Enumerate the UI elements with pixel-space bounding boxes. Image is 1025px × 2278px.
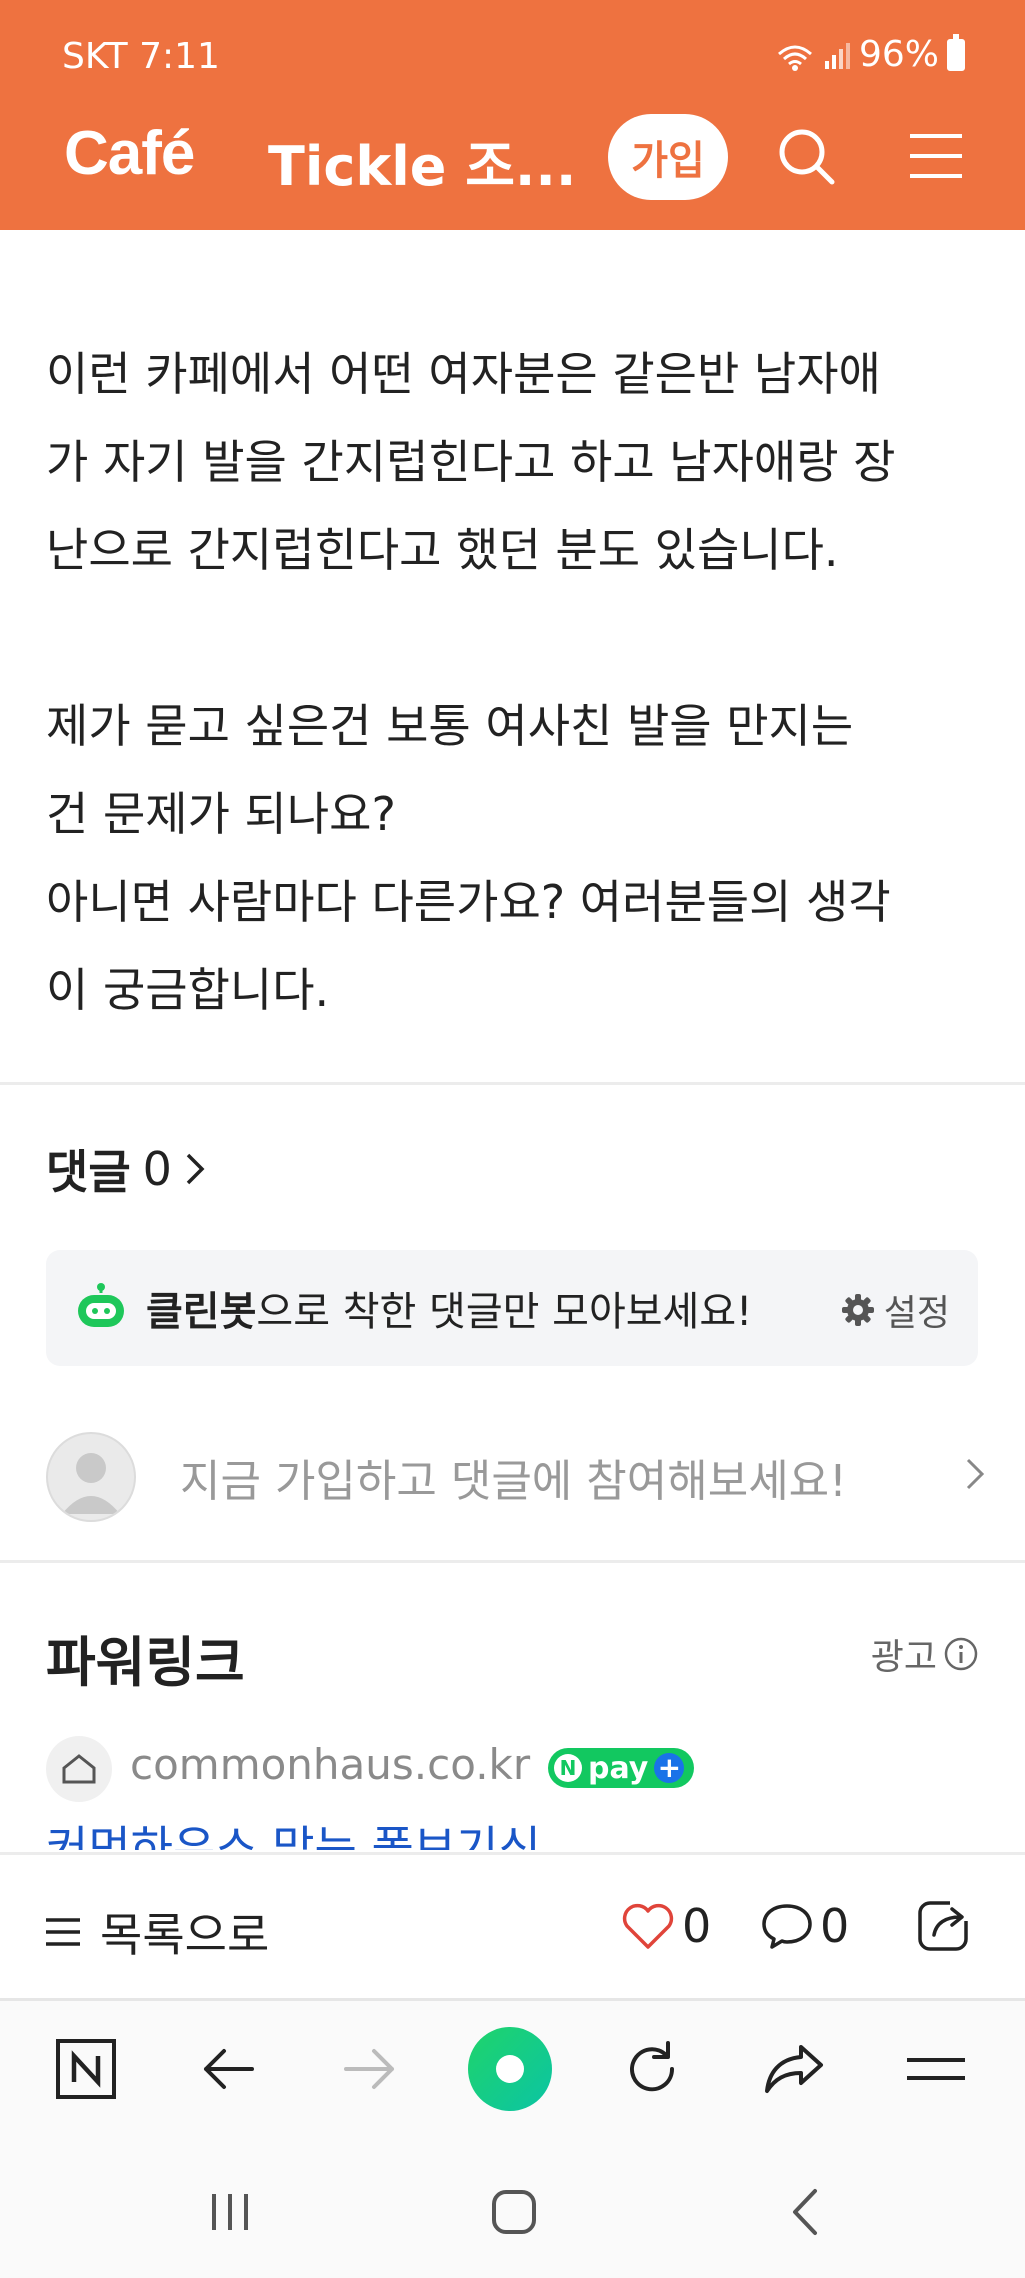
- refresh-icon: [630, 2041, 675, 2092]
- naver-green-dot-icon: [468, 2027, 552, 2111]
- ad-favicon: [46, 1736, 112, 1802]
- cafe-logo[interactable]: Café: [64, 118, 195, 189]
- naver-n-icon: N: [554, 1754, 582, 1782]
- heart-icon: [622, 1903, 674, 1949]
- ad-label[interactable]: 광고: [871, 1628, 979, 1680]
- cleanbot-settings-button[interactable]: 설정: [840, 1284, 950, 1336]
- back-button[interactable]: [192, 2033, 264, 2105]
- cleanbot-name: 클린봇: [146, 1289, 257, 1335]
- info-icon: [944, 1637, 978, 1671]
- status-bar: SKT 7:11 96%: [0, 30, 1025, 86]
- hamburger-icon: [907, 2058, 965, 2080]
- browser-toolbar: [0, 1998, 1025, 2136]
- home-icon: [492, 2190, 536, 2234]
- arrow-right-icon: [344, 2049, 394, 2089]
- list-icon: [46, 1918, 80, 1946]
- arrow-left-icon: [204, 2049, 254, 2089]
- ad-headline[interactable]: 커먼하우스 맞는 폴브기신: [46, 1818, 986, 1850]
- home-button[interactable]: [484, 2182, 544, 2242]
- battery-icon: [947, 33, 965, 71]
- settings-label: 설정: [883, 1293, 950, 1334]
- chevron-right-icon: [966, 1458, 985, 1490]
- wifi-icon: [777, 45, 812, 71]
- article-body: 이런 카페에서 어떤 여자분은 같은반 남자애 가 자기 발을 간지럽힌다고 하…: [46, 347, 896, 1017]
- powerlink-title: 파워링크: [46, 1631, 245, 1694]
- gear-icon: [841, 1294, 874, 1326]
- browser-menu-button[interactable]: [900, 2033, 972, 2105]
- ad-headline-clip: 커먼하우스 맞는 폴브기신: [46, 1818, 986, 1850]
- menu-icon[interactable]: [908, 130, 964, 182]
- naver-green-dot-button[interactable]: [466, 2025, 554, 2113]
- battery-percent: 96%: [858, 34, 939, 75]
- npay-plus-badge: N pay +: [548, 1748, 695, 1788]
- comments-header[interactable]: 댓글 0: [46, 1136, 206, 1202]
- divider: [0, 1560, 1025, 1563]
- cafe-name[interactable]: Tickle 조...: [268, 122, 576, 201]
- recent-apps-button[interactable]: [200, 2182, 260, 2242]
- like-count: 0: [682, 1899, 712, 1953]
- share-page-button[interactable]: [758, 2033, 830, 2105]
- comment-icon: [762, 1904, 812, 1949]
- npay-text: pay: [588, 1750, 649, 1786]
- top-header: SKT 7:11 96% Café Tickle 조... 가입: [0, 0, 1025, 230]
- signal-icon: [824, 42, 850, 69]
- article-action-bar: 목록으로 0 0: [0, 1852, 1025, 1998]
- plus-icon: +: [654, 1753, 685, 1783]
- like-button[interactable]: 0: [620, 1899, 711, 1953]
- comment-count: 0: [820, 1899, 850, 1953]
- cleanbot-message: 으로 착한 댓글만 모아보세요!: [256, 1289, 753, 1335]
- share-icon[interactable]: [916, 1895, 974, 1953]
- search-icon[interactable]: [774, 124, 838, 188]
- system-back-button[interactable]: [774, 2182, 834, 2242]
- list-label: 목록으로: [100, 1908, 270, 1962]
- house-icon: [62, 1754, 96, 1784]
- join-button[interactable]: 가입: [608, 114, 728, 200]
- comments-label: 댓글: [46, 1145, 131, 1199]
- default-avatar-icon: [62, 1453, 120, 1514]
- robot-icon: [78, 1283, 124, 1327]
- comment-button[interactable]: 0: [760, 1899, 849, 1953]
- ad-label-text: 광고: [870, 1637, 937, 1678]
- ad-domain[interactable]: commonhaus.co.kr: [130, 1740, 530, 1789]
- share-arrow-icon: [765, 2045, 823, 2093]
- cleanbot-banner: 클린봇으로 착한 댓글만 모아보세요! 설정: [46, 1250, 978, 1366]
- comment-join-prompt[interactable]: 지금 가입하고 댓글에 참여해보세요!: [46, 1432, 986, 1522]
- naver-n-icon: [56, 2039, 116, 2099]
- carrier-time: SKT 7:11: [62, 36, 220, 77]
- system-navigation-bar: [0, 2136, 1025, 2278]
- back-to-list-button[interactable]: 목록으로: [44, 1899, 269, 1965]
- naver-home-button[interactable]: [50, 2033, 122, 2105]
- refresh-button[interactable]: [616, 2033, 688, 2105]
- chevron-right-icon: [186, 1153, 205, 1185]
- status-right: 96%: [775, 33, 965, 75]
- divider: [0, 1082, 1025, 1085]
- comments-count: 0: [142, 1142, 172, 1196]
- comment-prompt-text: 지금 가입하고 댓글에 참여해보세요!: [180, 1456, 847, 1507]
- recent-apps-icon: [212, 2194, 248, 2230]
- avatar: [46, 1432, 136, 1522]
- chevron-left-icon: [793, 2189, 817, 2235]
- forward-button[interactable]: [334, 2033, 406, 2105]
- cleanbot-text: 클린봇으로 착한 댓글만 모아보세요!: [146, 1279, 752, 1337]
- app-bar: Café Tickle 조... 가입: [0, 110, 1025, 210]
